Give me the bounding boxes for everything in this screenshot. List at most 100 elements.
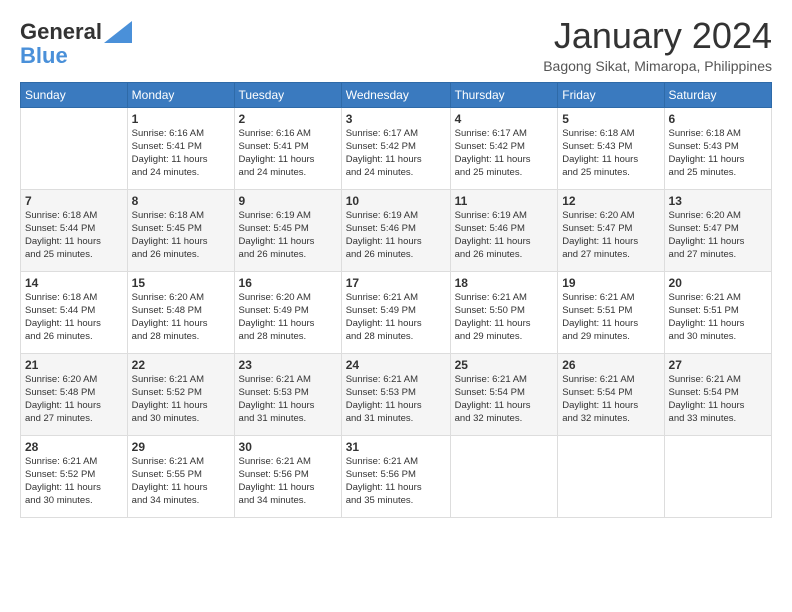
table-row: 9Sunrise: 6:19 AM Sunset: 5:45 PM Daylig… <box>234 189 341 271</box>
calendar-header-row: Sunday Monday Tuesday Wednesday Thursday… <box>21 82 772 107</box>
day-info: Sunrise: 6:21 AM Sunset: 5:51 PM Dayligh… <box>562 292 659 343</box>
day-info: Sunrise: 6:21 AM Sunset: 5:51 PM Dayligh… <box>669 292 767 343</box>
calendar-row: 1Sunrise: 6:16 AM Sunset: 5:41 PM Daylig… <box>21 107 772 189</box>
calendar-container: General Blue January 2024 Bagong Sikat, … <box>0 0 792 528</box>
logo-icon <box>104 21 132 43</box>
table-row: 24Sunrise: 6:21 AM Sunset: 5:53 PM Dayli… <box>341 353 450 435</box>
day-number: 28 <box>25 439 123 456</box>
table-row: 12Sunrise: 6:20 AM Sunset: 5:47 PM Dayli… <box>558 189 664 271</box>
table-row <box>558 435 664 517</box>
day-number: 16 <box>239 275 337 292</box>
day-info: Sunrise: 6:17 AM Sunset: 5:42 PM Dayligh… <box>346 128 446 179</box>
day-number: 13 <box>669 193 767 210</box>
day-info: Sunrise: 6:20 AM Sunset: 5:48 PM Dayligh… <box>25 374 123 425</box>
header-thursday: Thursday <box>450 82 558 107</box>
table-row: 22Sunrise: 6:21 AM Sunset: 5:52 PM Dayli… <box>127 353 234 435</box>
day-number: 9 <box>239 193 337 210</box>
table-row: 5Sunrise: 6:18 AM Sunset: 5:43 PM Daylig… <box>558 107 664 189</box>
calendar-table: Sunday Monday Tuesday Wednesday Thursday… <box>20 82 772 518</box>
table-row: 30Sunrise: 6:21 AM Sunset: 5:56 PM Dayli… <box>234 435 341 517</box>
day-info: Sunrise: 6:21 AM Sunset: 5:50 PM Dayligh… <box>455 292 554 343</box>
day-number: 10 <box>346 193 446 210</box>
table-row <box>21 107 128 189</box>
day-number: 5 <box>562 111 659 128</box>
table-row: 26Sunrise: 6:21 AM Sunset: 5:54 PM Dayli… <box>558 353 664 435</box>
table-row: 16Sunrise: 6:20 AM Sunset: 5:49 PM Dayli… <box>234 271 341 353</box>
header-tuesday: Tuesday <box>234 82 341 107</box>
table-row: 14Sunrise: 6:18 AM Sunset: 5:44 PM Dayli… <box>21 271 128 353</box>
day-number: 21 <box>25 357 123 374</box>
month-title: January 2024 <box>543 16 772 56</box>
day-info: Sunrise: 6:18 AM Sunset: 5:43 PM Dayligh… <box>669 128 767 179</box>
day-number: 11 <box>455 193 554 210</box>
day-number: 19 <box>562 275 659 292</box>
day-info: Sunrise: 6:16 AM Sunset: 5:41 PM Dayligh… <box>239 128 337 179</box>
day-number: 8 <box>132 193 230 210</box>
day-info: Sunrise: 6:20 AM Sunset: 5:47 PM Dayligh… <box>669 210 767 261</box>
day-info: Sunrise: 6:21 AM Sunset: 5:56 PM Dayligh… <box>239 456 337 507</box>
table-row: 19Sunrise: 6:21 AM Sunset: 5:51 PM Dayli… <box>558 271 664 353</box>
table-row: 27Sunrise: 6:21 AM Sunset: 5:54 PM Dayli… <box>664 353 771 435</box>
table-row: 7Sunrise: 6:18 AM Sunset: 5:44 PM Daylig… <box>21 189 128 271</box>
day-info: Sunrise: 6:21 AM Sunset: 5:56 PM Dayligh… <box>346 456 446 507</box>
header-monday: Monday <box>127 82 234 107</box>
day-number: 3 <box>346 111 446 128</box>
day-number: 15 <box>132 275 230 292</box>
table-row: 31Sunrise: 6:21 AM Sunset: 5:56 PM Dayli… <box>341 435 450 517</box>
table-row <box>664 435 771 517</box>
day-number: 25 <box>455 357 554 374</box>
day-info: Sunrise: 6:21 AM Sunset: 5:52 PM Dayligh… <box>132 374 230 425</box>
table-row: 21Sunrise: 6:20 AM Sunset: 5:48 PM Dayli… <box>21 353 128 435</box>
table-row: 6Sunrise: 6:18 AM Sunset: 5:43 PM Daylig… <box>664 107 771 189</box>
header-wednesday: Wednesday <box>341 82 450 107</box>
table-row <box>450 435 558 517</box>
calendar-row: 21Sunrise: 6:20 AM Sunset: 5:48 PM Dayli… <box>21 353 772 435</box>
day-info: Sunrise: 6:21 AM Sunset: 5:54 PM Dayligh… <box>562 374 659 425</box>
table-row: 28Sunrise: 6:21 AM Sunset: 5:52 PM Dayli… <box>21 435 128 517</box>
day-info: Sunrise: 6:20 AM Sunset: 5:48 PM Dayligh… <box>132 292 230 343</box>
table-row: 17Sunrise: 6:21 AM Sunset: 5:49 PM Dayli… <box>341 271 450 353</box>
day-number: 4 <box>455 111 554 128</box>
day-info: Sunrise: 6:16 AM Sunset: 5:41 PM Dayligh… <box>132 128 230 179</box>
day-info: Sunrise: 6:21 AM Sunset: 5:55 PM Dayligh… <box>132 456 230 507</box>
calendar-row: 7Sunrise: 6:18 AM Sunset: 5:44 PM Daylig… <box>21 189 772 271</box>
table-row: 23Sunrise: 6:21 AM Sunset: 5:53 PM Dayli… <box>234 353 341 435</box>
day-info: Sunrise: 6:18 AM Sunset: 5:44 PM Dayligh… <box>25 210 123 261</box>
table-row: 2Sunrise: 6:16 AM Sunset: 5:41 PM Daylig… <box>234 107 341 189</box>
day-number: 7 <box>25 193 123 210</box>
table-row: 29Sunrise: 6:21 AM Sunset: 5:55 PM Dayli… <box>127 435 234 517</box>
table-row: 3Sunrise: 6:17 AM Sunset: 5:42 PM Daylig… <box>341 107 450 189</box>
logo-text-general: General <box>20 20 102 44</box>
title-section: January 2024 Bagong Sikat, Mimaropa, Phi… <box>543 16 772 74</box>
day-info: Sunrise: 6:21 AM Sunset: 5:52 PM Dayligh… <box>25 456 123 507</box>
day-number: 2 <box>239 111 337 128</box>
table-row: 15Sunrise: 6:20 AM Sunset: 5:48 PM Dayli… <box>127 271 234 353</box>
day-number: 24 <box>346 357 446 374</box>
table-row: 10Sunrise: 6:19 AM Sunset: 5:46 PM Dayli… <box>341 189 450 271</box>
day-number: 12 <box>562 193 659 210</box>
calendar-row: 14Sunrise: 6:18 AM Sunset: 5:44 PM Dayli… <box>21 271 772 353</box>
table-row: 11Sunrise: 6:19 AM Sunset: 5:46 PM Dayli… <box>450 189 558 271</box>
day-info: Sunrise: 6:17 AM Sunset: 5:42 PM Dayligh… <box>455 128 554 179</box>
day-info: Sunrise: 6:21 AM Sunset: 5:53 PM Dayligh… <box>346 374 446 425</box>
day-info: Sunrise: 6:21 AM Sunset: 5:49 PM Dayligh… <box>346 292 446 343</box>
day-info: Sunrise: 6:18 AM Sunset: 5:44 PM Dayligh… <box>25 292 123 343</box>
table-row: 18Sunrise: 6:21 AM Sunset: 5:50 PM Dayli… <box>450 271 558 353</box>
header-friday: Friday <box>558 82 664 107</box>
header: General Blue January 2024 Bagong Sikat, … <box>20 16 772 74</box>
day-number: 1 <box>132 111 230 128</box>
day-info: Sunrise: 6:21 AM Sunset: 5:53 PM Dayligh… <box>239 374 337 425</box>
day-info: Sunrise: 6:19 AM Sunset: 5:46 PM Dayligh… <box>455 210 554 261</box>
day-number: 6 <box>669 111 767 128</box>
day-info: Sunrise: 6:21 AM Sunset: 5:54 PM Dayligh… <box>669 374 767 425</box>
day-number: 20 <box>669 275 767 292</box>
day-info: Sunrise: 6:19 AM Sunset: 5:45 PM Dayligh… <box>239 210 337 261</box>
day-number: 23 <box>239 357 337 374</box>
table-row: 8Sunrise: 6:18 AM Sunset: 5:45 PM Daylig… <box>127 189 234 271</box>
day-number: 29 <box>132 439 230 456</box>
day-info: Sunrise: 6:18 AM Sunset: 5:45 PM Dayligh… <box>132 210 230 261</box>
header-saturday: Saturday <box>664 82 771 107</box>
day-info: Sunrise: 6:20 AM Sunset: 5:47 PM Dayligh… <box>562 210 659 261</box>
day-info: Sunrise: 6:21 AM Sunset: 5:54 PM Dayligh… <box>455 374 554 425</box>
day-number: 26 <box>562 357 659 374</box>
